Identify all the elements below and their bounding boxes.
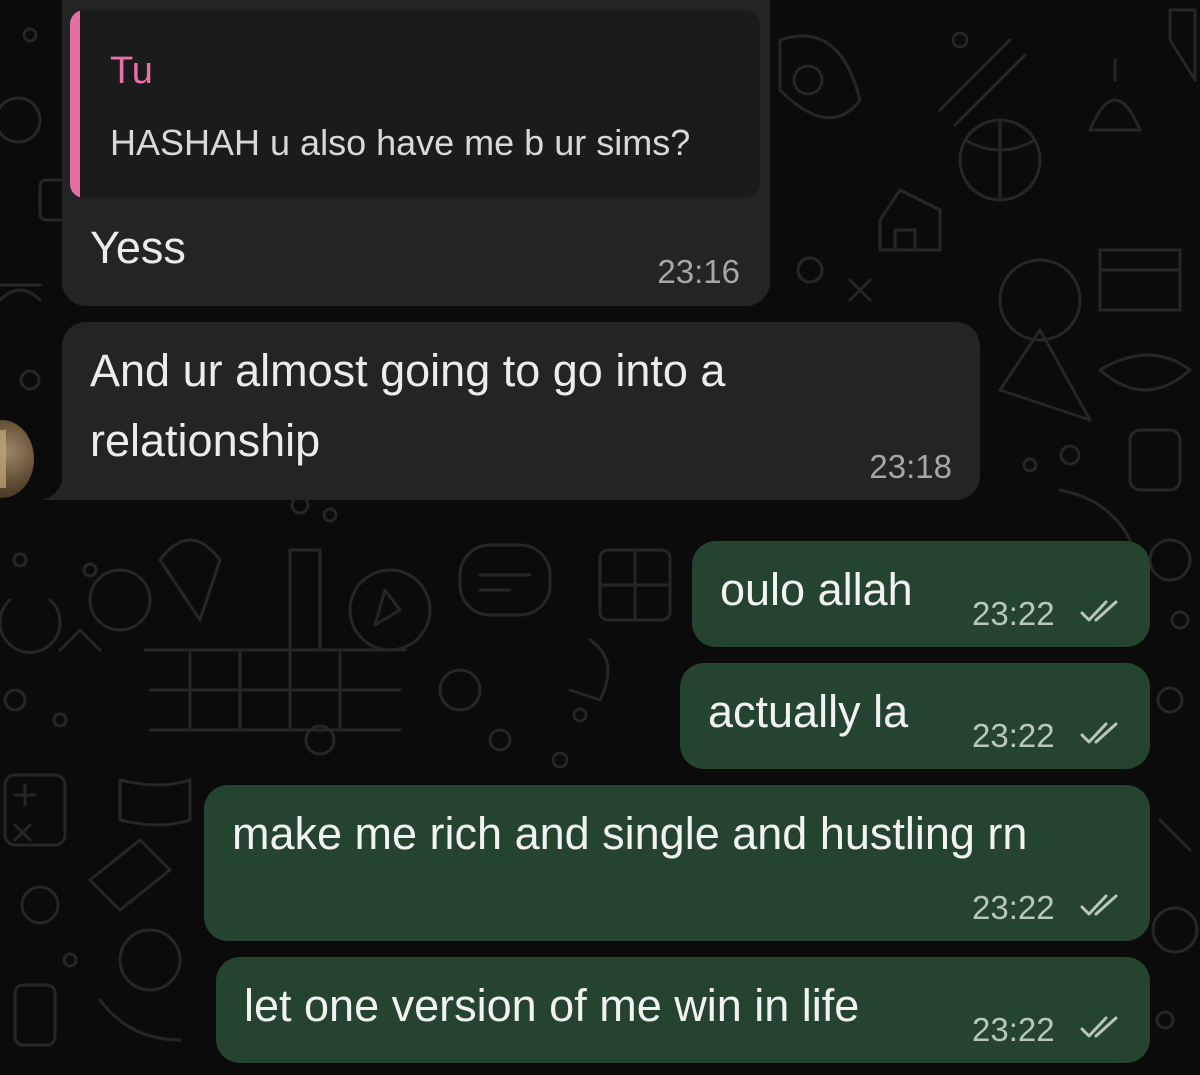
message-text-line-1: And ur almost going to go into a — [90, 345, 726, 396]
message-time: 23:22 — [972, 889, 1055, 926]
double-check-icon — [1080, 722, 1118, 744]
double-check-icon — [1080, 600, 1118, 622]
quote-text: HASHAH u also have me b ur sims? — [110, 122, 691, 163]
quote-author: Tu — [110, 50, 153, 92]
incoming-message-with-reply[interactable]: Tu HASHAH u also have me b ur sims? Yess… — [62, 0, 770, 306]
message-time: 23:22 — [972, 1011, 1055, 1048]
message-text: make me rich and single and hustling rn — [232, 808, 1028, 859]
outgoing-message[interactable]: make me rich and single and hustling rn … — [204, 785, 1150, 941]
message-time: 23:16 — [657, 253, 740, 290]
message-text: let one version of me win in life — [244, 980, 860, 1031]
message-time: 23:22 — [972, 717, 1055, 754]
message-text: Yess — [90, 222, 186, 273]
double-check-icon — [1080, 894, 1118, 916]
incoming-message[interactable]: And ur almost going to go into a relatio… — [62, 322, 980, 500]
message-time: 23:18 — [869, 448, 952, 485]
outgoing-message[interactable]: let one version of me win in life 23:22 — [216, 957, 1150, 1063]
quote-accent-bar — [70, 10, 80, 198]
double-check-icon — [1080, 1016, 1118, 1038]
quoted-reply[interactable]: Tu HASHAH u also have me b ur sims? — [70, 10, 760, 198]
message-text: actually la — [708, 686, 909, 737]
outgoing-message[interactable]: actually la 23:22 — [680, 663, 1150, 769]
outgoing-message[interactable]: oulo allah 23:22 — [692, 541, 1150, 647]
message-text: oulo allah — [720, 564, 913, 615]
message-time: 23:22 — [972, 595, 1055, 632]
message-text-line-2: relationship — [90, 415, 321, 466]
